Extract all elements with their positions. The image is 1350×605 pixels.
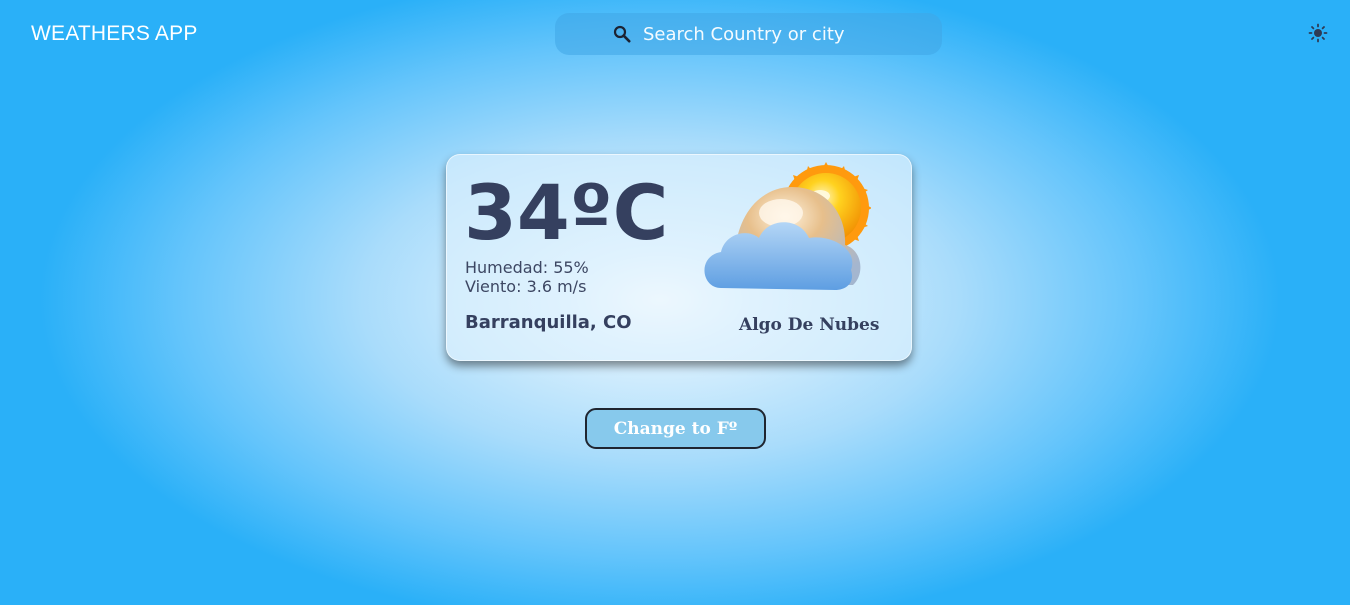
sun-icon[interactable]: [1308, 23, 1328, 43]
weather-card: 34ºC Humedad: 55% Viento: 3.6 m/s Barran…: [446, 154, 912, 361]
location-name: Barranquilla, CO: [465, 312, 632, 333]
search-input[interactable]: [643, 13, 923, 55]
weather-description: Algo De Nubes: [739, 315, 880, 335]
wind-text: Viento: 3.6 m/s: [465, 277, 587, 296]
search-icon[interactable]: [613, 25, 631, 43]
temperature-value: 34ºC: [464, 168, 669, 257]
partly-cloudy-icon: [695, 161, 872, 301]
app-title: WEATHERS APP: [31, 22, 198, 45]
humidity-text: Humedad: 55%: [465, 258, 589, 277]
change-unit-button[interactable]: Change to Fº: [585, 408, 766, 449]
search-bar[interactable]: [555, 13, 942, 55]
theme-toggle-button[interactable]: [1308, 23, 1328, 43]
